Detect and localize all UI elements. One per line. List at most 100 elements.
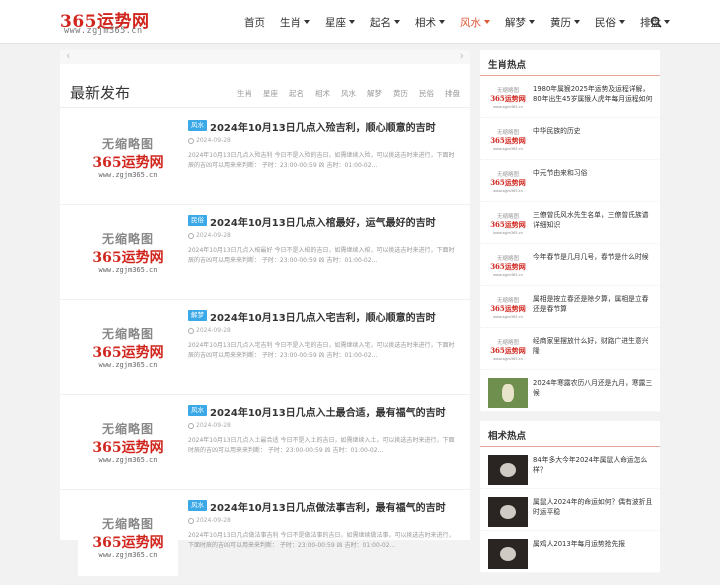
clock-icon [188,517,194,524]
post-date: 2024-09-28 [188,517,231,524]
widget-list-item[interactable]: 无缩略图 365运势网 www.zgjm365.cn 今年春节是几月几号，春节是什么时… [480,244,660,286]
nav-item-label: 黄历 [550,16,571,29]
post-category-tag[interactable]: 风水 [188,500,207,511]
item-photo [488,497,528,527]
thumb-logo-text: 365运势网 [490,178,526,187]
item-title: 属鸡人2013年每月运势抢先报 [533,540,626,548]
widget-list-item[interactable]: 无缩略图 365运势网 www.zgjm365.cn 中元节由来和习俗 [480,160,660,202]
post-thumbnail[interactable]: 无缩略图 365运势网 www.zgjm365.cn [78,504,178,576]
post-category-tag[interactable]: 解梦 [188,310,207,321]
category-link-3[interactable]: 相术 [315,88,330,99]
widget-list-item[interactable]: 无缩略图 365运势网 www.zgjm365.cn 属相是按立春还是除夕算，属相是立… [480,286,660,328]
widget-list-item[interactable]: 无缩略图 365运势网 www.zgjm365.cn 经商家里摆放什么好，财路广进生意… [480,328,660,370]
thumb-placeholder-text: 无缩略图 [496,88,519,94]
category-link-2[interactable]: 起名 [289,88,304,99]
category-link-6[interactable]: 黄历 [393,88,408,99]
chevron-down-icon [394,20,400,24]
thumb-placeholder-text: 无缩略图 [101,137,154,151]
slider-next-button[interactable]: › [460,50,464,62]
thumb-logo-text: 365运势网 [92,440,164,456]
search-icon[interactable] [650,16,662,28]
thumb-url-text: www.zgjm365.cn [493,315,523,319]
clock-icon [188,327,194,334]
thumb-logo-text: 365运势网 [490,220,526,229]
nav-item-3[interactable]: 起名 [370,15,400,30]
post-title-link[interactable]: 2024年10月13日几点入宅吉利，顺心顺意的吉时 [210,309,436,324]
nav-item-5[interactable]: 风水 [460,15,490,30]
post-item: 无缩略图 365运势网 www.zgjm365.cn 风水 2024年10月13日几点入… [60,110,470,205]
category-link-5[interactable]: 解梦 [367,88,382,99]
nav-item-4[interactable]: 相术 [415,15,445,30]
category-link-1[interactable]: 星座 [263,88,278,99]
nav-item-8[interactable]: 民俗 [595,15,625,30]
slider-prev-button[interactable]: ‹ [66,50,70,62]
thumb-url-text: www.zgjm365.cn [98,456,158,464]
widget-header: 相术热点 [480,421,660,447]
item-thumbnail: 无缩略图 365运势网 www.zgjm365.cn [488,336,528,366]
category-link-7[interactable]: 民俗 [419,88,434,99]
widget-list-item[interactable]: 无缩略图 365运势网 www.zgjm365.cn 中华民族的历史 [480,118,660,160]
category-links: 生肖 星座 起名 相术 风水 解梦 黄历 民俗 排盘 [226,88,460,99]
thumb-url-text: www.zgjm365.cn [493,189,523,193]
category-link-4[interactable]: 风水 [341,88,356,99]
chevron-down-icon [439,20,445,24]
post-thumbnail[interactable]: 无缩略图 365运势网 www.zgjm365.cn [78,409,178,481]
thumb-placeholder-text: 无缩略图 [101,517,154,531]
post-thumbnail[interactable]: 无缩略图 365运势网 www.zgjm365.cn [78,219,178,291]
post-title-link[interactable]: 2024年10月13日几点入殓吉利，顺心顺意的吉时 [210,119,436,134]
post-category-tag[interactable]: 风水 [188,120,207,131]
photo-subject [500,463,516,477]
thumb-placeholder-text: 无缩略图 [101,327,154,341]
site-logo[interactable]: 365运势网 www.zgjm365.cn [60,7,170,37]
widget-list-item[interactable]: 2024年寒露农历八月还是九月，寒露三候 [480,370,660,412]
post-date: 2024-09-28 [188,232,231,239]
chevron-down-icon [304,20,310,24]
chevron-down-icon [484,20,490,24]
post-item: 无缩略图 365运势网 www.zgjm365.cn 风水 2024年10月13日几点做… [60,490,470,585]
thumb-logo-text: 365运势网 [490,136,526,145]
widget-list-item[interactable]: 无缩略图 365运势网 www.zgjm365.cn 1980年属猴2025年运势及运… [480,76,660,118]
item-photo [488,539,528,569]
widget-list-item[interactable]: 属鼠人2024年的命运如何？偶有波折且时运平稳 [480,489,660,531]
nav-item-label: 风水 [460,16,481,29]
nav-item-7[interactable]: 黄历 [550,15,580,30]
widget-list-item[interactable]: 84年多大今年2024年属鼠人命运怎么样？ [480,447,660,489]
photo-subject [500,547,516,561]
post-date: 2024-09-28 [188,327,231,334]
item-thumbnail: 无缩略图 365运势网 www.zgjm365.cn [488,168,528,198]
item-title: 中华民族的历史 [533,127,581,135]
nav-item-6[interactable]: 解梦 [505,15,535,30]
post-thumbnail[interactable]: 无缩略图 365运势网 www.zgjm365.cn [78,314,178,386]
photo-subject [502,384,514,402]
post-title-link[interactable]: 2024年10月13日几点入棺最好，运气最好的吉时 [210,214,436,229]
post-title-link[interactable]: 2024年10月13日几点做法事吉利，最有福气的吉时 [210,499,446,514]
post-category-tag[interactable]: 风水 [188,405,207,416]
widget-title: 相术热点 [488,431,527,442]
category-link-8[interactable]: 排盘 [445,88,460,99]
thumb-url-text: www.zgjm365.cn [493,105,523,109]
thumb-logo-text: 365运势网 [490,304,526,313]
clock-icon [188,137,194,144]
nav-item-2[interactable]: 星座 [325,15,355,30]
widget-list-item[interactable]: 属鸡人2013年每月运势抢先报 [480,531,660,573]
thumb-placeholder-text: 无缩略图 [496,340,519,346]
item-title: 2024年寒露农历八月还是九月，寒露三候 [533,379,653,397]
thumb-url-text: www.zgjm365.cn [98,266,158,274]
nav-item-label: 起名 [370,16,391,29]
post-date-text: 2024-09-28 [196,422,231,429]
category-link-0[interactable]: 生肖 [237,88,252,99]
post-thumbnail[interactable]: 无缩略图 365运势网 www.zgjm365.cn [78,124,178,196]
nav-item-label: 解梦 [505,16,526,29]
item-title: 1980年属猴2025年运势及运程详解，80年出生45岁属猴人虎年每月运程如何 [533,85,653,103]
post-date: 2024-09-28 [188,137,231,144]
sidebar: 生肖热点 无缩略图 365运势网 www.zgjm365.cn 1980年属猴2025年… [480,50,660,582]
post-category-tag[interactable]: 民俗 [188,215,207,226]
nav-item-label: 民俗 [595,16,616,29]
widget-header: 生肖热点 [480,50,660,76]
widget-list-item[interactable]: 无缩略图 365运势网 www.zgjm365.cn 三僚曾氏风水先生名单，三僚曾氏族… [480,202,660,244]
nav-item-0[interactable]: 首页 [244,15,265,30]
nav-item-1[interactable]: 生肖 [280,15,310,30]
widget-title: 生肖热点 [488,60,527,71]
post-title-link[interactable]: 2024年10月13日几点入土最合适，最有福气的吉时 [210,404,446,419]
item-thumbnail: 无缩略图 365运势网 www.zgjm365.cn [488,252,528,282]
